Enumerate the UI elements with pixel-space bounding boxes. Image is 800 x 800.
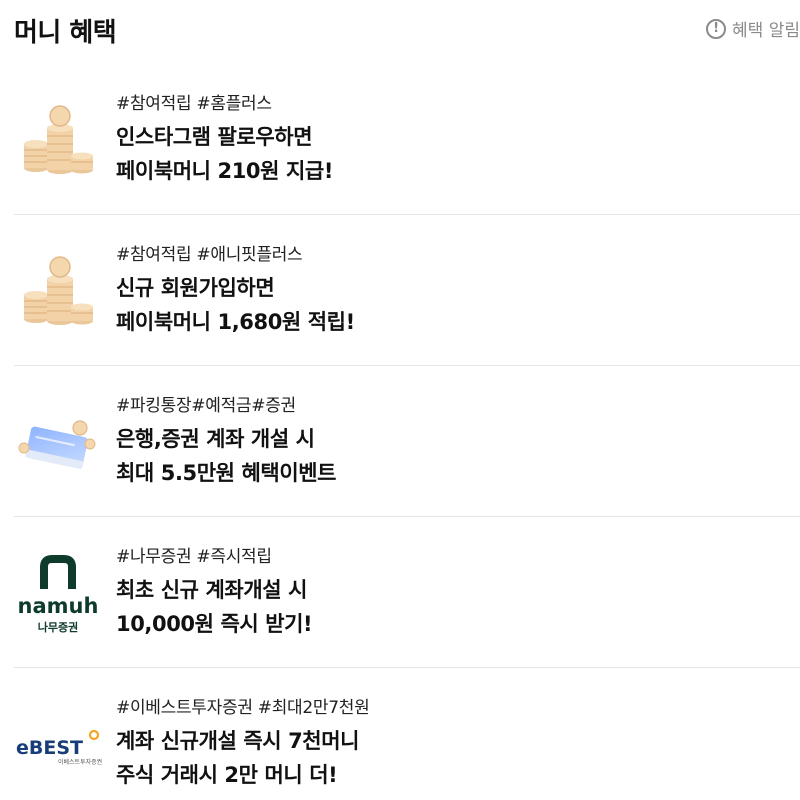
benefit-tags: #이베스트투자증권 #최대2만7천원: [116, 698, 370, 718]
benefit-alert-button[interactable]: ! 혜택 알림: [706, 16, 800, 41]
benefit-item-text: #이베스트투자증권 #최대2만7천원 계좌 신규개설 즉시 7천머니 주식 거래…: [116, 696, 370, 792]
benefit-headline-line2: 페이북머니 1,680원 적립!: [116, 310, 355, 334]
ebest-logo-sub: 이베스트투자증권: [58, 758, 102, 766]
benefit-headline-line2: 페이북머니 210원 지급!: [116, 159, 333, 183]
exclamation-circle-icon: !: [706, 18, 727, 39]
benefit-headline: 계좌 신규개설 즉시 7천머니 주식 거래시 2만 머니 더!: [116, 724, 369, 792]
benefit-item[interactable]: #참여적립 #홈플러스 인스타그램 팔로우하면 페이북머니 210원 지급!: [14, 64, 800, 215]
benefit-tags: #파킹통장#예적금#증권: [116, 396, 296, 416]
benefit-tags: #참여적립 #애니핏플러스: [116, 245, 303, 265]
benefit-headline: 인스타그램 팔로우하면 페이북머니 210원 지급!: [116, 120, 333, 188]
benefit-item-text: #참여적립 #애니핏플러스 신규 회원가입하면 페이북머니 1,680원 적립!: [116, 243, 355, 339]
bankbook-coins-icon: [18, 420, 96, 469]
namuh-logo-word: namuh: [18, 594, 99, 618]
ebest-logo: eBEST 이베스트투자증권: [16, 729, 102, 766]
benefit-item-text: #파킹통장#예적금#증권 은행,증권 계좌 개설 시 최대 5.5만원 혜택이벤…: [116, 394, 337, 490]
benefit-item-text: #나무증권 #즉시적립 최초 신규 계좌개설 시 10,000원 즉시 받기!: [116, 545, 313, 641]
benefit-headline-line1: 신규 회원가입하면: [116, 276, 275, 300]
benefit-item[interactable]: #참여적립 #애니핏플러스 신규 회원가입하면 페이북머니 1,680원 적립!: [14, 215, 800, 366]
benefit-item[interactable]: #파킹통장#예적금#증권 은행,증권 계좌 개설 시 최대 5.5만원 혜택이벤…: [14, 366, 800, 517]
benefit-tags: #나무증권 #즉시적립: [116, 547, 272, 567]
namuh-logo-sub: 나무증권: [38, 620, 78, 634]
header: 머니 혜택 ! 혜택 알림: [0, 0, 800, 66]
coin-stack-icon: [24, 256, 93, 325]
coin-stack-icon: [24, 105, 93, 174]
benefit-item-text: #참여적립 #홈플러스 인스타그램 팔로우하면 페이북머니 210원 지급!: [116, 92, 333, 188]
benefit-tags: #참여적립 #홈플러스: [116, 94, 272, 114]
benefit-headline-line1: 계좌 신규개설 즉시 7천머니: [116, 729, 360, 753]
benefit-headline: 은행,증권 계좌 개설 시 최대 5.5만원 혜택이벤트: [116, 422, 337, 490]
benefit-headline: 신규 회원가입하면 페이북머니 1,680원 적립!: [116, 271, 355, 339]
benefit-item[interactable]: namuh 나무증권 #나무증권 #즉시적립 최초 신규 계좌개설 시 10,0…: [14, 517, 800, 668]
benefit-headline-line1: 은행,증권 계좌 개설 시: [116, 427, 315, 451]
benefit-headline-line1: 인스타그램 팔로우하면: [116, 125, 313, 149]
page: 머니 혜택 ! 혜택 알림 #참여적립 #홈플러스 인스타그램 팔로우하면 페이…: [0, 0, 800, 800]
benefit-headline-line2: 최대 5.5만원 혜택이벤트: [116, 461, 337, 485]
benefit-headline-line2: 주식 거래시 2만 머니 더!: [116, 763, 338, 787]
benefit-alert-label: 혜택 알림: [732, 21, 800, 41]
benefit-headline-line2: 10,000원 즉시 받기!: [116, 612, 313, 636]
ebest-logo-word: eBEST: [16, 737, 83, 759]
namuh-logo: namuh 나무증권: [18, 555, 99, 634]
page-title: 머니 혜택: [14, 18, 117, 48]
benefit-headline-line1: 최초 신규 계좌개설 시: [116, 578, 308, 602]
benefit-item[interactable]: eBEST 이베스트투자증권 #이베스트투자증권 #최대2만7천원 계좌 신규개…: [14, 668, 800, 800]
benefit-headline: 최초 신규 계좌개설 시 10,000원 즉시 받기!: [116, 573, 313, 641]
benefit-list: #참여적립 #홈플러스 인스타그램 팔로우하면 페이북머니 210원 지급! #…: [14, 64, 800, 800]
